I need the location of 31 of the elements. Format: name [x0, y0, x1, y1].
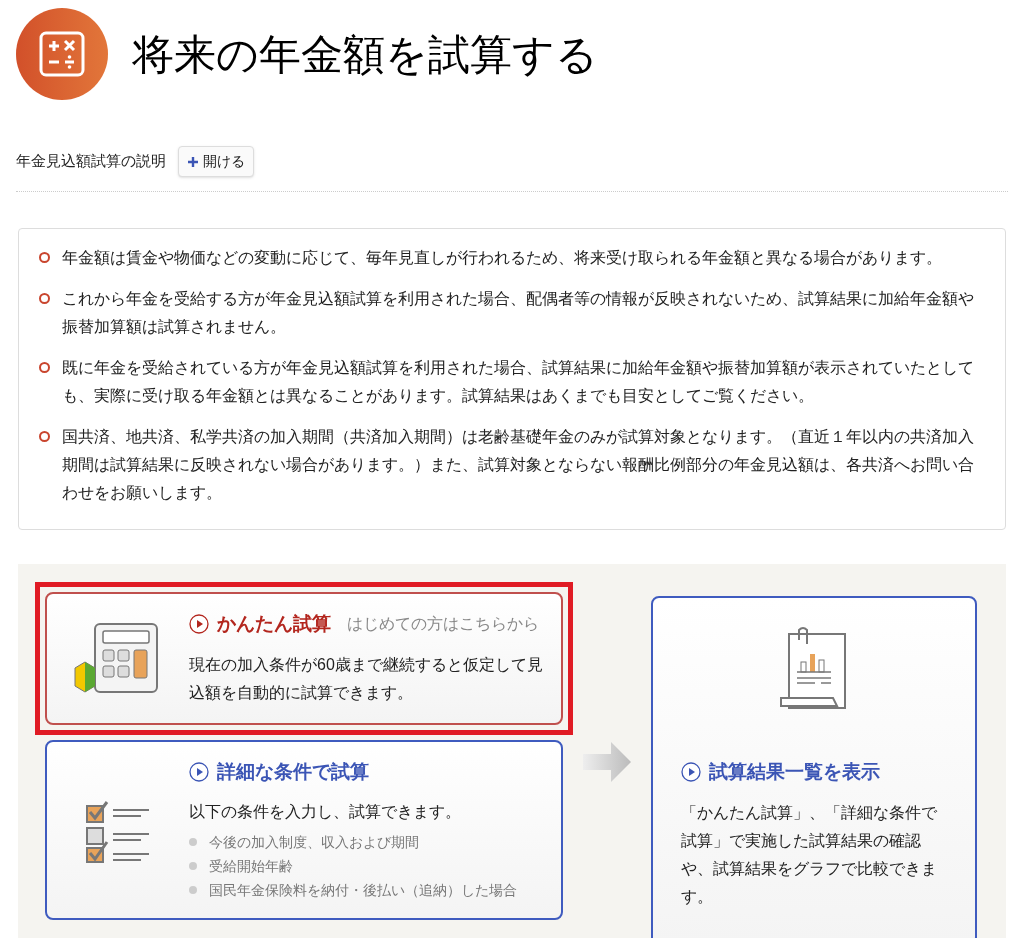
option-card[interactable]: 試算結果一覧を表示 「かんたん試算」、「詳細な条件で試算」で実施した試算結果の確認や、試算結果をグラフで比較できます。	[651, 596, 977, 938]
notice-text: これから年金を受給する方が年金見込額試算を利用された場合、配偶者等の情報が反映されないため、試算結果に加給年金額や振替加算額は試算されません。	[62, 289, 975, 337]
card-description: 「かんたん試算」、「詳細な条件で試算」で実施した試算結果の確認や、試算結果をグラフで比較できます。	[681, 802, 938, 907]
option-card[interactable]: かんたん試算 はじめての方はこちらから 現在の加入条件が60歳まで継続すると仮定して見込額を自動的に試算できます。	[45, 592, 563, 725]
bullet-ring	[39, 293, 50, 304]
card-title: 詳細な条件で試算	[217, 759, 369, 784]
card-title: 試算結果一覧を表示	[709, 760, 880, 784]
notice-text: 既に年金を受給されている方が年金見込額試算を利用された場合、試算結果に加給年金額や振替加算額が表示されていたとしても、実際に受け取る年金額とは異なることがあります。試算結果はあくまでも目安としてご覧ください。	[62, 358, 975, 406]
play-icon	[189, 761, 209, 782]
card-title: かんたん試算	[217, 612, 331, 636]
card-description: 以下の条件を入力し、試算できます。	[189, 802, 462, 822]
card-description: 現在の加入条件が60歳まで継続すると仮定して見込額を自動的に試算できます。	[189, 654, 544, 703]
condition-text: 国民年金保険料を納付・後払い（追納）した場合	[209, 881, 517, 900]
explanation-label: 年金見込額試算の説明	[16, 151, 166, 172]
card-subtitle: はじめての方はこちらから	[347, 614, 539, 635]
option-card[interactable]: 詳細な条件で試算 以下の条件を入力し、試算できます。 今後の加入制度、収入および期間 受給開始年齢 国民年金保険料を納付・後払い（追納）した場合	[45, 739, 563, 920]
bullet-ring	[39, 362, 50, 373]
play-icon	[681, 762, 701, 783]
play-icon	[189, 614, 209, 635]
right-arrow-icon	[583, 742, 631, 782]
bullet-ring	[39, 431, 50, 442]
page-title: 将来の年金額を試算する	[132, 29, 598, 80]
expand-button[interactable]: 開ける	[178, 146, 254, 177]
bullet-ring	[39, 252, 50, 263]
condition-text: 今後の加入制度、収入および期間	[209, 833, 419, 852]
condition-text: 受給開始年齢	[209, 857, 293, 876]
notice-text: 年金額は賃金や物価などの変動に応じて、毎年見直しが行われるため、将来受け取られる年金額と異なる場合があります。	[62, 248, 942, 268]
notice-text: 国共済、地共済、私学共済の加入期間（共済加入期間）は老齢基礎年金のみが試算対象となります。（直近１年以内の共済加入期間は試算結果に反映されない場合があります。）また、試算対象とならない報酬比例部分の年金見込額は、各共済へお問い合わせをお願いします。	[62, 427, 975, 503]
plus-icon	[187, 155, 199, 168]
report-document-icon	[779, 626, 849, 710]
math-symbols-icon	[39, 31, 85, 77]
